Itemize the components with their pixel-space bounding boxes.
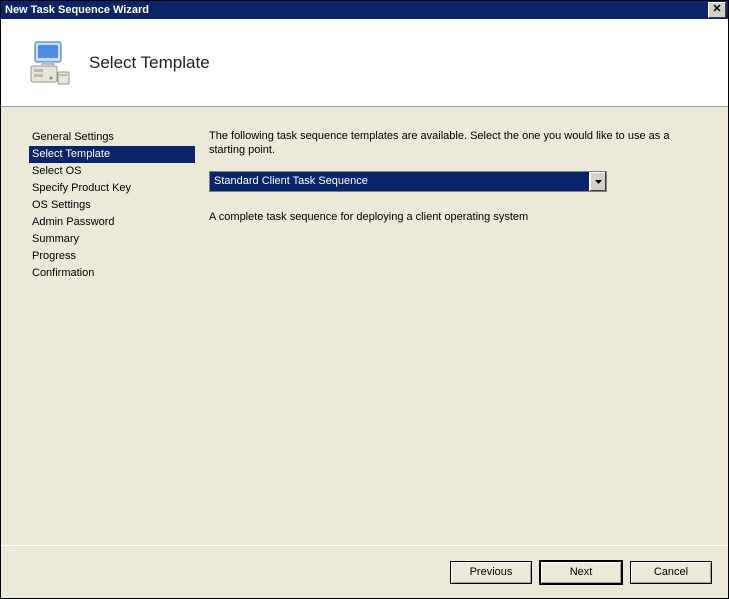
page-heading: Select Template xyxy=(89,53,210,73)
step-admin-password[interactable]: Admin Password xyxy=(29,214,195,231)
chevron-down-icon xyxy=(595,180,602,184)
step-specify-product-key[interactable]: Specify Product Key xyxy=(29,180,195,197)
previous-button[interactable]: Previous xyxy=(450,561,532,584)
step-select-os[interactable]: Select OS xyxy=(29,163,195,180)
step-general-settings[interactable]: General Settings xyxy=(29,129,195,146)
template-dropdown-value: Standard Client Task Sequence xyxy=(210,172,589,191)
step-progress[interactable]: Progress xyxy=(29,248,195,265)
computer-icon xyxy=(29,40,71,86)
close-button[interactable]: ✕ xyxy=(708,2,726,18)
instruction-text: The following task sequence templates ar… xyxy=(209,129,704,157)
template-description: A complete task sequence for deploying a… xyxy=(209,210,704,224)
cancel-button[interactable]: Cancel xyxy=(630,561,712,584)
next-button[interactable]: Next xyxy=(540,561,622,584)
step-summary[interactable]: Summary xyxy=(29,231,195,248)
wizard-footer: Previous Next Cancel xyxy=(1,545,728,598)
step-select-template[interactable]: Select Template xyxy=(29,146,195,163)
wizard-header: Select Template xyxy=(1,19,728,107)
titlebar[interactable]: New Task Sequence Wizard ✕ xyxy=(1,1,728,19)
window-title: New Task Sequence Wizard xyxy=(5,4,149,16)
wizard-main-panel: The following task sequence templates ar… xyxy=(201,107,728,545)
wizard-body: General Settings Select Template Select … xyxy=(1,107,728,545)
close-icon: ✕ xyxy=(712,3,721,15)
step-os-settings[interactable]: OS Settings xyxy=(29,197,195,214)
step-confirmation[interactable]: Confirmation xyxy=(29,265,195,282)
wizard-steps-sidebar: General Settings Select Template Select … xyxy=(1,107,201,545)
template-dropdown[interactable]: Standard Client Task Sequence xyxy=(209,171,607,192)
dropdown-button[interactable] xyxy=(589,172,606,191)
